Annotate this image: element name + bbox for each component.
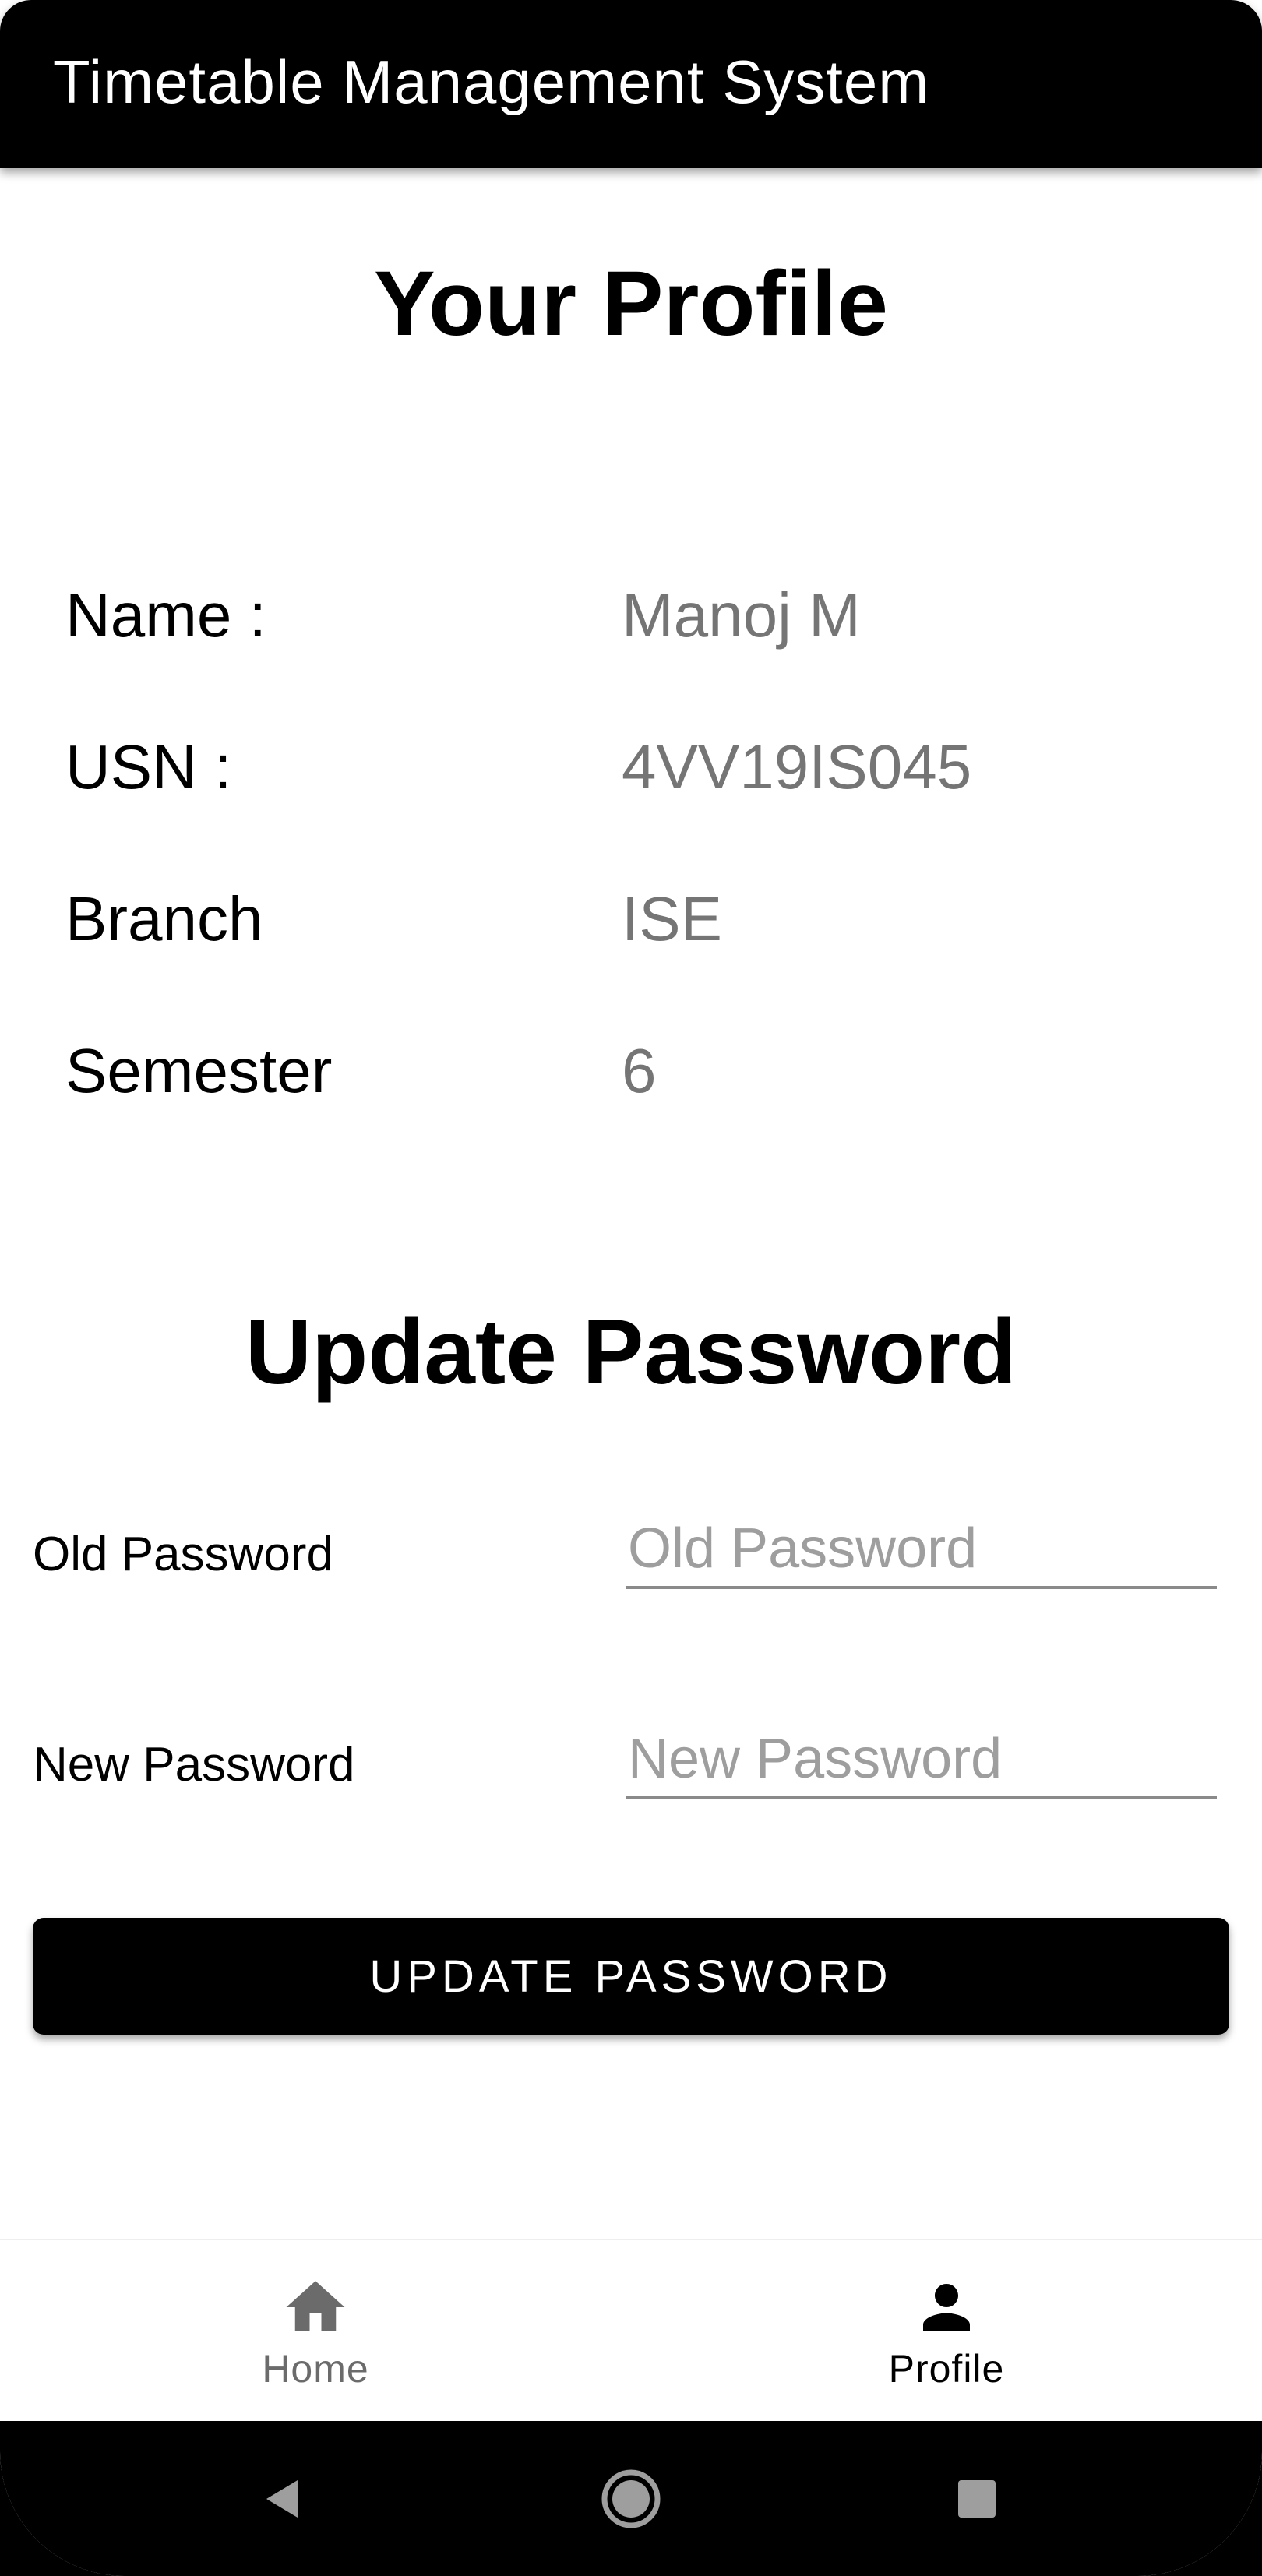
person-icon — [923, 2284, 970, 2331]
bottom-navigation: Home Profile — [0, 2239, 1262, 2421]
recents-icon[interactable] — [938, 2460, 1016, 2538]
app-bar: Timetable Management System — [0, 0, 1262, 168]
branch-label: Branch — [65, 884, 263, 953]
usn-value: 4VV19IS045 — [622, 732, 972, 802]
update-password-heading: Update Password — [245, 1301, 1017, 1404]
old-password-input[interactable] — [626, 1511, 1217, 1589]
old-password-label: Old Password — [33, 1528, 333, 1581]
name-value: Manoj M — [622, 580, 861, 650]
nav-item-profile[interactable]: Profile — [631, 2240, 1262, 2423]
name-label: Name : — [65, 580, 266, 650]
new-password-input[interactable] — [626, 1721, 1217, 1799]
branch-value: ISE — [622, 884, 722, 953]
semester-value: 6 — [622, 1036, 657, 1105]
semester-label: Semester — [65, 1036, 333, 1105]
nav-label-profile: Profile — [888, 2347, 1005, 2391]
home-circle-icon[interactable] — [592, 2460, 670, 2538]
back-icon[interactable] — [243, 2460, 321, 2538]
system-navigation-bar — [0, 2421, 1262, 2576]
app-title: Timetable Management System — [53, 48, 930, 116]
home-icon — [286, 2281, 345, 2331]
usn-label: USN : — [65, 732, 232, 802]
nav-item-home[interactable]: Home — [0, 2240, 631, 2423]
new-password-label: New Password — [33, 1738, 355, 1792]
update-password-button[interactable]: UPDATE PASSWORD — [33, 1918, 1229, 2035]
nav-label-home: Home — [262, 2347, 369, 2391]
profile-heading: Your Profile — [373, 252, 888, 355]
profile-screen: Timetable Management System Your Profile… — [0, 0, 1262, 2576]
